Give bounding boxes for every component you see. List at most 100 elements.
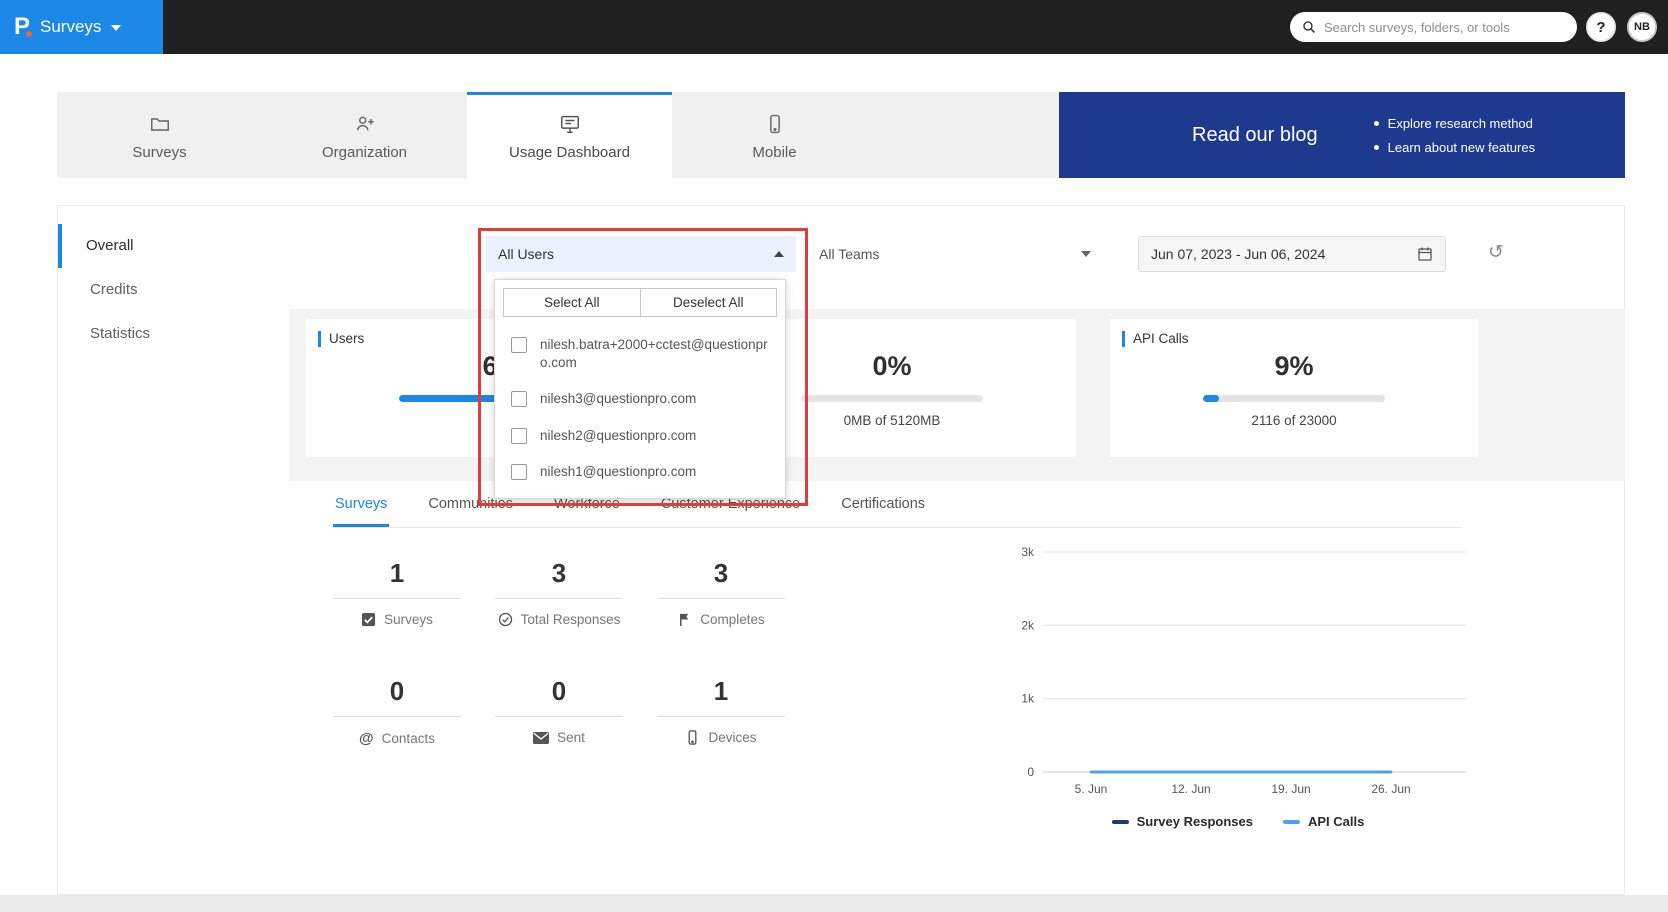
- users-dropdown-panel: Select All Deselect All nilesh.batra+200…: [494, 279, 786, 500]
- line-chart: 3k 2k 1k 0 5. Jun 12. Jun 19. Jun 26. Ju…: [1021, 545, 1466, 796]
- question-mark-icon: ?: [1596, 18, 1606, 36]
- check-circle-icon: [498, 612, 513, 627]
- x-tick-label: 12. Jun: [1171, 782, 1210, 796]
- teams-dropdown-value: All Teams: [819, 246, 880, 262]
- checkbox[interactable]: [511, 337, 527, 353]
- tab-certifications[interactable]: Certifications: [839, 486, 927, 527]
- usage-dashboard-screen: P Surveys ? NB Surveys Orga: [0, 0, 1668, 912]
- legend-label: API Calls: [1307, 814, 1365, 829]
- nav-tab-surveys[interactable]: Surveys: [57, 92, 262, 178]
- metric-tile-sent: 0 Sent: [495, 676, 623, 747]
- sidebar-item-credits[interactable]: Credits: [58, 268, 288, 312]
- chevron-up-icon: [774, 251, 784, 257]
- topbar: P Surveys ? NB: [0, 0, 1668, 54]
- display-icon: [559, 113, 581, 135]
- metric-label: Devices: [708, 730, 757, 745]
- x-tick-label: 5. Jun: [1075, 782, 1108, 796]
- card-label: API Calls: [1122, 331, 1478, 347]
- banner-bullet-text: Learn about new features: [1387, 139, 1536, 155]
- progress-fill: [1203, 395, 1220, 402]
- blog-banner[interactable]: Read our blog Explore research method Le…: [1059, 92, 1625, 178]
- nav-tab-label: Organization: [321, 143, 408, 161]
- banner-bullet-text: Explore research method: [1387, 115, 1533, 131]
- x-tick-label: 26. Jun: [1371, 782, 1410, 796]
- metric-tile-completes: 3 Completes: [657, 558, 785, 627]
- user-option[interactable]: nilesh1@questionpro.com: [505, 454, 775, 490]
- card-value: 9%: [1274, 351, 1314, 381]
- folder-icon: [149, 113, 171, 135]
- date-range-picker[interactable]: Jun 07, 2023 - Jun 06, 2024: [1138, 236, 1446, 272]
- search-input[interactable]: [1324, 19, 1565, 35]
- deselect-all-button[interactable]: Deselect All: [639, 288, 777, 317]
- help-button[interactable]: ?: [1586, 12, 1616, 42]
- organization-icon: [354, 113, 376, 135]
- chevron-down-icon: [1081, 251, 1091, 257]
- checkbox[interactable]: [511, 391, 527, 408]
- checkbox[interactable]: [511, 463, 527, 480]
- users-dropdown[interactable]: All Users: [486, 236, 796, 272]
- metric-label: Surveys: [384, 612, 433, 627]
- api-calls-card: API Calls 9% 2116 of 23000: [1110, 319, 1478, 457]
- envelope-icon: [533, 731, 550, 744]
- user-option[interactable]: nilesh2@questionpro.com: [505, 418, 775, 454]
- metric-label: Contacts: [381, 731, 435, 746]
- user-option-label: nilesh3@questionpro.com: [540, 391, 697, 407]
- legend-item-api-calls: API Calls: [1282, 814, 1365, 829]
- main-nav: Surveys Organization Usage Dashboard Mob…: [57, 92, 1625, 178]
- chart-legend: Survey Responses API Calls: [998, 814, 1478, 829]
- chevron-down-icon: [111, 25, 122, 31]
- user-option[interactable]: nilesh.batra+2000+cctest@questionpro.com: [505, 327, 775, 381]
- y-tick-label: 2k: [1021, 618, 1035, 632]
- avatar-initials: NB: [1634, 21, 1650, 33]
- device-icon: [685, 730, 700, 745]
- y-tick-label: 0: [1027, 765, 1034, 779]
- select-all-button[interactable]: Select All: [503, 288, 641, 317]
- avatar[interactable]: NB: [1627, 12, 1657, 42]
- user-option-label: nilesh2@questionpro.com: [540, 427, 697, 443]
- user-option-label: nilesh.batra+2000+cctest@questionpro.com: [540, 337, 768, 371]
- flag-icon: [677, 612, 692, 627]
- y-tick-label: 1k: [1021, 692, 1035, 706]
- reset-icon: ↺: [1488, 241, 1504, 263]
- bullet-icon: [1373, 120, 1379, 126]
- blog-banner-title: Read our blog: [1192, 123, 1318, 146]
- nav-tab-label: Mobile: [752, 143, 797, 161]
- reset-button[interactable]: ↺: [1482, 238, 1510, 266]
- metrics-grid: 1 Surveys 3 Total Responses 3 Completes …: [333, 558, 785, 747]
- checkbox[interactable]: [511, 427, 527, 444]
- user-option-label: nilesh1@questionpro.com: [540, 463, 697, 479]
- metric-label: Completes: [700, 612, 765, 627]
- metric-tile-surveys: 1 Surveys: [333, 558, 461, 627]
- mobile-icon: [764, 113, 786, 135]
- metric-tile-contacts: 0 @ Contacts: [333, 676, 461, 747]
- metric-value: 3: [657, 558, 785, 599]
- legend-item-survey-responses: Survey Responses: [1111, 814, 1253, 829]
- metric-label: Total Responses: [520, 612, 621, 627]
- metric-value: 3: [495, 558, 623, 599]
- progress-bar: [801, 395, 983, 402]
- metric-value: 1: [333, 558, 461, 599]
- content-panel: Overall Credits Statistics Users 6 0% 0M…: [57, 205, 1625, 895]
- sidebar-item-statistics[interactable]: Statistics: [58, 312, 288, 356]
- metric-label: Sent: [557, 730, 585, 745]
- nav-tab-usage-dashboard[interactable]: Usage Dashboard: [467, 92, 672, 178]
- nav-tab-label: Usage Dashboard: [509, 143, 630, 161]
- product-switcher[interactable]: P Surveys: [0, 0, 163, 54]
- teams-dropdown[interactable]: All Teams: [803, 236, 1103, 272]
- card-caption: 2116 of 23000: [1251, 413, 1337, 428]
- legend-dash-icon: [1282, 819, 1300, 824]
- page-footer-strip: [0, 895, 1668, 912]
- bullet-icon: [1373, 144, 1379, 150]
- nav-tab-organization[interactable]: Organization: [262, 92, 467, 178]
- nav-tab-mobile[interactable]: Mobile: [672, 92, 877, 178]
- product-name: Surveys: [40, 17, 102, 36]
- progress-bar: [1203, 395, 1385, 402]
- metric-value: 1: [657, 676, 785, 717]
- sidebar: Overall Credits Statistics: [58, 206, 288, 894]
- sidebar-item-overall[interactable]: Overall: [58, 224, 288, 268]
- global-search[interactable]: [1290, 12, 1577, 42]
- tab-surveys[interactable]: Surveys: [333, 486, 390, 527]
- nav-tab-label: Surveys: [132, 143, 187, 161]
- users-dropdown-value: All Users: [498, 246, 555, 262]
- user-option[interactable]: nilesh3@questionpro.com: [505, 381, 775, 417]
